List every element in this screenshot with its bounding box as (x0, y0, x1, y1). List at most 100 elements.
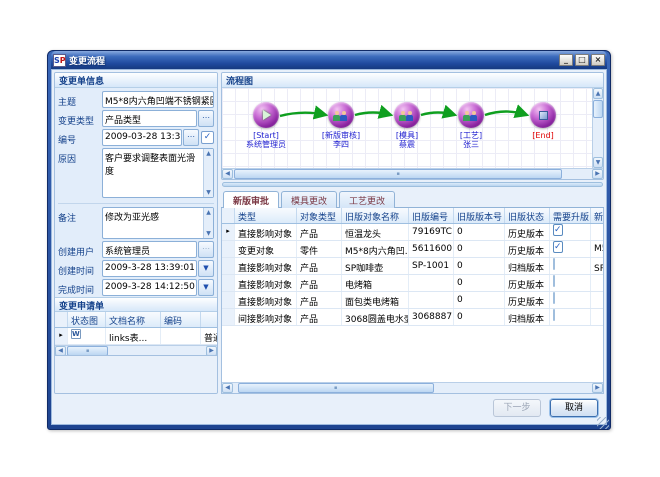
tab-1[interactable]: 模具更改 (281, 191, 337, 208)
flow-arrows (222, 88, 592, 168)
request-list-header: 变更申请单 (55, 297, 217, 312)
request-col-status[interactable]: 状态图 (68, 312, 106, 327)
scroll-down-icon[interactable]: ▼ (206, 230, 211, 237)
review-col-1[interactable]: 对象类型 (297, 208, 342, 223)
row-indicator-icon (222, 258, 235, 274)
review-row-4[interactable]: 直接影响对象产品面包类电烤箱0历史版本 (222, 292, 603, 309)
next-button[interactable]: 下一步 (493, 399, 541, 417)
review-col-5[interactable]: 旧版状态 (505, 208, 550, 223)
change-type-label: 变更类型 (58, 110, 102, 127)
remark-scrollbar[interactable]: ▲▼ (203, 208, 213, 238)
scroll-right-icon[interactable]: ▶ (206, 346, 217, 355)
request-extra: 普通 (201, 328, 217, 344)
scroll-up-icon[interactable]: ▲ (206, 150, 211, 157)
people-icon (333, 109, 349, 121)
request-row[interactable]: ▸ W links表... 普通 (55, 328, 217, 345)
flow-node-task[interactable] (328, 102, 354, 128)
flow-node-start[interactable] (253, 102, 279, 128)
creator-ellipsis-button[interactable]: ⋯ (198, 241, 214, 258)
review-grid-hscroll[interactable]: ◀ ▶ (222, 382, 603, 393)
maximize-button[interactable]: □ (575, 54, 589, 66)
right-column: 流程图 (221, 72, 604, 394)
scroll-left-icon[interactable]: ◀ (222, 169, 233, 179)
upgrade-checkbox[interactable] (553, 292, 555, 304)
minimize-button[interactable]: _ (559, 54, 573, 66)
word-doc-icon: W (71, 329, 81, 339)
upgrade-checkbox[interactable]: ✓ (553, 224, 563, 236)
upgrade-checkbox[interactable] (553, 309, 555, 321)
review-row-5[interactable]: 间接影响对象产品3068圆盖电水壶30688870归档版本 (222, 309, 603, 326)
request-col-docname[interactable]: 文档名称 (106, 312, 161, 327)
subject-label: 主题 (58, 91, 102, 108)
scroll-up-icon[interactable]: ▲ (206, 209, 211, 216)
flow-node-task[interactable] (458, 102, 484, 128)
create-time-input[interactable]: 2009-3-28 13:39:01 (102, 260, 197, 277)
request-doc-name: links表... (106, 328, 161, 344)
reason-scrollbar[interactable]: ▲▼ (203, 149, 213, 197)
flow-node-label: [End] (508, 131, 578, 140)
request-code (161, 328, 201, 344)
resize-grip[interactable] (597, 417, 609, 429)
change-type-input[interactable]: 产品类型 (102, 110, 197, 127)
request-col-code[interactable]: 编码 (161, 312, 201, 327)
scroll-up-icon[interactable]: ▲ (593, 88, 603, 99)
subject-input[interactable]: M5*8内六角凹端不锈钢紧固螺钉 (102, 91, 214, 108)
review-row-3[interactable]: 直接影响对象产品电烤箱0历史版本 (222, 275, 603, 292)
review-col-3[interactable]: 旧版编号 (409, 208, 454, 223)
scroll-down-icon[interactable]: ▼ (206, 189, 211, 196)
request-grid-hscroll[interactable]: ◀ ▶ (55, 345, 217, 355)
review-row-0[interactable]: ▸直接影响对象产品恒温龙头79169TC0历史版本✓ (222, 224, 603, 241)
play-icon (263, 110, 271, 120)
row-indicator-icon (222, 309, 235, 325)
tab-0[interactable]: 新版审批 (223, 191, 279, 209)
scroll-left-icon[interactable]: ◀ (222, 383, 233, 393)
upgrade-checkbox[interactable] (553, 275, 555, 287)
flow-node-label: [新版审核]李四 (306, 131, 376, 149)
upgrade-checkbox[interactable]: ✓ (553, 241, 563, 253)
change-order-form: 主题 M5*8内六角凹端不锈钢紧固螺钉 变更类型 产品类型 ⋯ 编号 (55, 88, 217, 297)
tab-2[interactable]: 工艺更改 (339, 191, 395, 208)
remark-textarea[interactable]: 修改为亚光感 ▲▼ (102, 207, 214, 239)
flow-node-task[interactable] (394, 102, 420, 128)
upgrade-checkbox[interactable] (553, 258, 555, 270)
scroll-left-icon[interactable]: ◀ (55, 346, 66, 355)
create-time-dropdown-icon[interactable]: ▼ (198, 260, 214, 277)
flow-hscroll[interactable]: ◀ ▶ (222, 168, 603, 179)
reason-textarea[interactable]: 客户要求调整表面光滑度 ▲▼ (102, 148, 214, 198)
scroll-right-icon[interactable]: ▶ (592, 383, 603, 393)
review-row-2[interactable]: 直接影响对象产品SP咖啡壶SP-10010归档版本SP咖 (222, 258, 603, 275)
flow-chart-canvas[interactable]: [Start]系统管理员[新版审核]李四[模具]蔡震[工艺]张三[End] (222, 88, 592, 168)
review-col-6[interactable]: 需要升版 (550, 208, 591, 223)
desktop: SP 变更流程 _ □ × 变更单信息 主题 M5*8内六角凹端不锈钢紧固螺钉 (0, 0, 660, 477)
request-grid: 状态图 文档名称 编码 ▸ W links表... 普通 (55, 312, 217, 355)
flow-node-end[interactable] (530, 102, 556, 128)
review-row-1[interactable]: 变更对象零件M5*8内六角凹...56116000历史版本✓M5*8 (222, 241, 603, 258)
people-icon (463, 109, 479, 121)
review-col-0[interactable]: 类型 (235, 208, 297, 223)
titlebar[interactable]: SP 变更流程 _ □ × (51, 51, 607, 69)
panel-splitter[interactable] (222, 182, 603, 187)
reason-label: 原因 (58, 148, 102, 165)
review-col-7[interactable]: 新版 (591, 208, 603, 223)
change-order-info-header: 变更单信息 (55, 73, 217, 88)
row-indicator-icon (222, 241, 235, 257)
people-icon (399, 109, 415, 121)
finish-time-dropdown-icon[interactable]: ▼ (198, 279, 214, 296)
number-input[interactable]: 2009-03-28 13:39:01 (102, 129, 182, 146)
create-time-label: 创建时间 (58, 260, 102, 277)
number-check-icon[interactable]: ✓ (201, 131, 214, 144)
review-col-4[interactable]: 旧版版本号 (454, 208, 505, 223)
number-ellipsis-button[interactable]: ⋯ (183, 129, 199, 146)
review-col-2[interactable]: 旧版对象名称 (342, 208, 409, 223)
flow-vscroll[interactable]: ▲ ▼ (592, 88, 603, 168)
flow-chart-panel: 流程图 (221, 72, 604, 180)
creator-input[interactable]: 系统管理员 (102, 241, 197, 258)
review-grid: 类型对象类型旧版对象名称旧版编号旧版版本号旧版状态需要升版新版 ▸直接影响对象产… (222, 208, 603, 382)
close-button[interactable]: × (591, 54, 605, 66)
review-grid-panel: 类型对象类型旧版对象名称旧版编号旧版版本号旧版状态需要升版新版 ▸直接影响对象产… (221, 208, 604, 394)
change-type-ellipsis-button[interactable]: ⋯ (198, 110, 214, 127)
scroll-down-icon[interactable]: ▼ (593, 157, 603, 168)
scroll-right-icon[interactable]: ▶ (592, 169, 603, 179)
finish-time-input[interactable]: 2009-3-28 14:12:50 (102, 279, 197, 296)
cancel-button[interactable]: 取消 (550, 399, 598, 417)
